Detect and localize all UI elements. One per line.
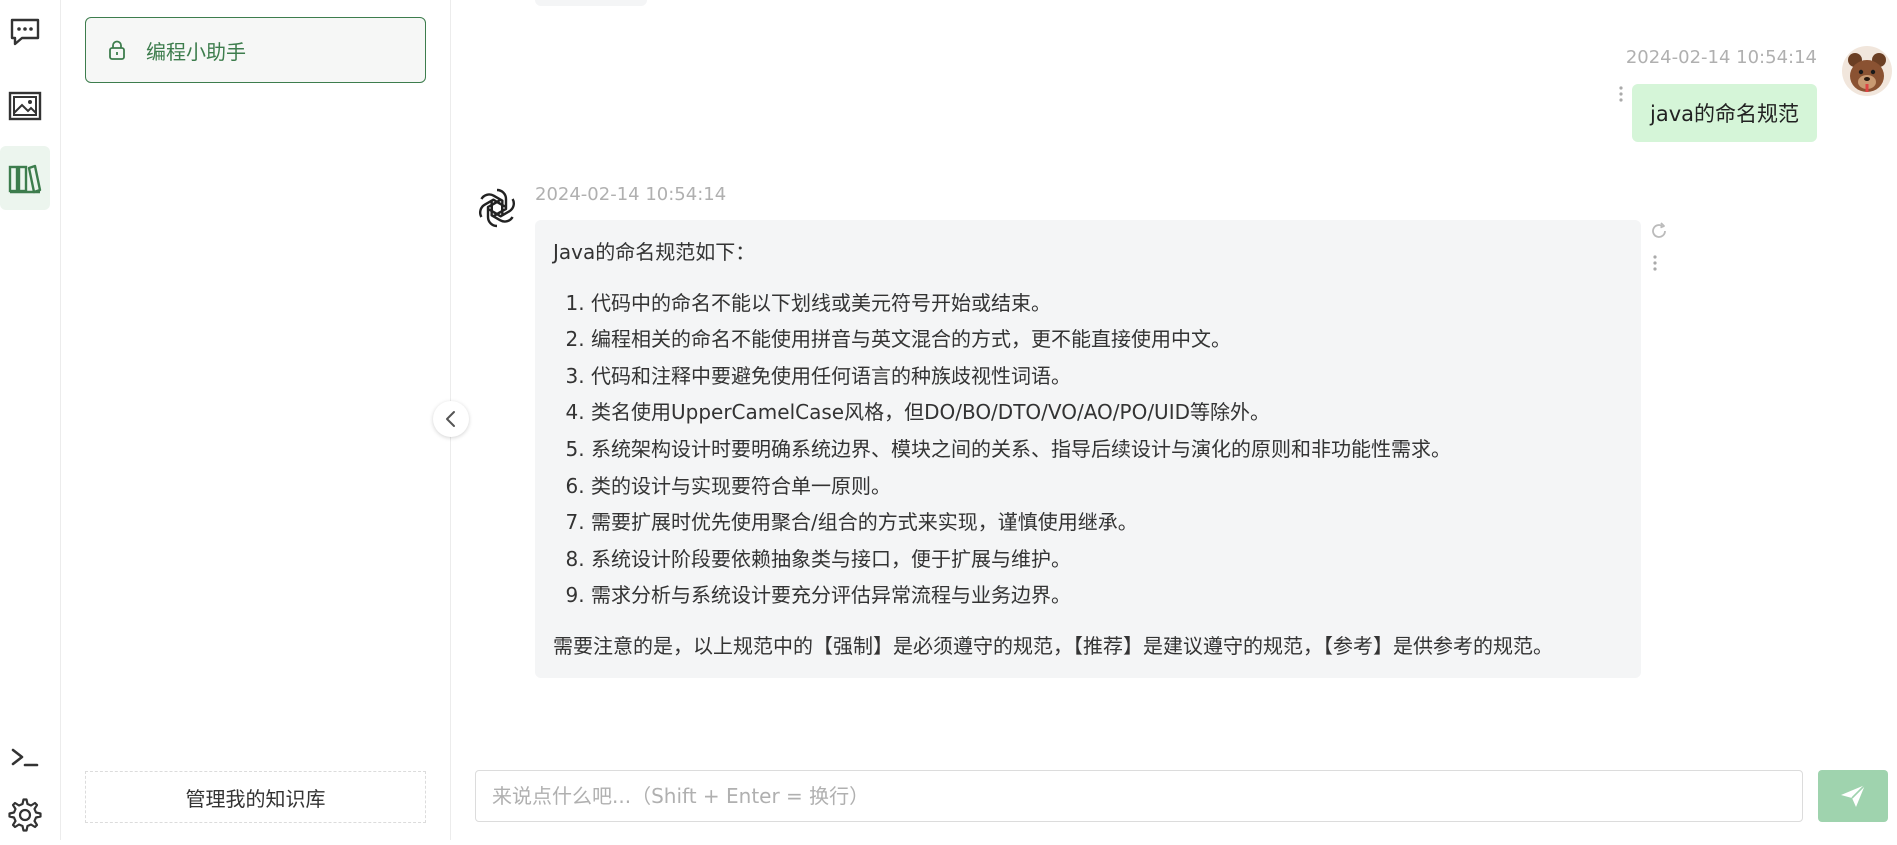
chat-icon	[10, 18, 40, 46]
list-item: 需求分析与系统设计要充分评估异常流程与业务边界。	[591, 577, 1623, 614]
chat-area: 2024-02-14 10:54:14 java的命名规范 2024-02-14…	[451, 0, 1897, 840]
regenerate-button[interactable]	[1648, 220, 1670, 246]
avatar[interactable]	[1842, 46, 1892, 96]
more-vertical-icon	[1653, 255, 1657, 271]
terminal-nav-button[interactable]	[0, 726, 50, 790]
message-input[interactable]	[475, 770, 1803, 822]
chat-nav-button[interactable]	[0, 0, 50, 64]
list-item: 编程相关的命名不能使用拼音与英文混合的方式，更不能直接使用中文。	[591, 321, 1623, 358]
image-nav-button[interactable]	[0, 75, 50, 139]
list-item: 类的设计与实现要符合单一原则。	[591, 468, 1623, 505]
list-item: 代码和注释中要避免使用任何语言的种族歧视性词语。	[591, 358, 1623, 395]
knowledge-item-label: 编程小助手	[146, 39, 246, 64]
assistant-list: 代码中的命名不能以下划线或美元符号开始或结束。 编程相关的命名不能使用拼音与英文…	[553, 285, 1623, 614]
refresh-icon	[1652, 222, 1666, 238]
knowledge-base-icon	[8, 164, 42, 194]
assistant-logo-icon	[474, 185, 520, 231]
user-message-bubble: java的命名规范	[1632, 84, 1817, 142]
knowledge-item[interactable]: 编程小助手	[85, 17, 426, 83]
send-icon	[1841, 784, 1866, 807]
list-item: 系统设计阶段要依赖抽象类与接口，便于扩展与维护。	[591, 541, 1623, 578]
more-vertical-icon	[1619, 86, 1623, 102]
assistant-message-time: 2024-02-14 10:54:14	[535, 184, 727, 205]
knowledge-nav-button[interactable]	[0, 146, 50, 210]
previous-message-fragment	[535, 0, 647, 6]
assistant-note: 需要注意的是，以上规范中的【强制】是必须遵守的规范，【推荐】是建议遵守的规范，【…	[553, 633, 1553, 658]
assistant-message-bubble: Java的命名规范如下： 代码中的命名不能以下划线或美元符号开始或结束。 编程相…	[535, 220, 1641, 678]
user-message-more-button[interactable]	[1617, 84, 1625, 108]
image-gallery-icon	[8, 91, 42, 121]
manage-knowledge-button[interactable]: 管理我的知识库	[85, 771, 426, 823]
settings-nav-button[interactable]	[0, 785, 50, 845]
knowledge-panel: 编程小助手 管理我的知识库	[61, 0, 451, 840]
lock-icon	[108, 40, 126, 60]
terminal-icon	[11, 748, 39, 767]
send-button[interactable]	[1818, 770, 1888, 822]
list-item: 需要扩展时优先使用聚合/组合的方式来实现，谨慎使用继承。	[591, 504, 1623, 541]
assistant-message-more-button[interactable]	[1651, 253, 1659, 277]
assistant-intro: Java的命名规范如下：	[553, 240, 756, 264]
list-item: 类名使用UpperCamelCase风格，但DO/BO/DTO/VO/AO/PO…	[591, 394, 1623, 431]
gear-icon	[8, 798, 42, 832]
user-message-time: 2024-02-14 10:54:14	[1625, 47, 1817, 68]
list-item: 代码中的命名不能以下划线或美元符号开始或结束。	[591, 285, 1623, 322]
list-item: 系统架构设计时要明确系统边界、模块之间的关系、指导后续设计与演化的原则和非功能性…	[591, 431, 1623, 468]
icon-rail	[0, 0, 61, 840]
